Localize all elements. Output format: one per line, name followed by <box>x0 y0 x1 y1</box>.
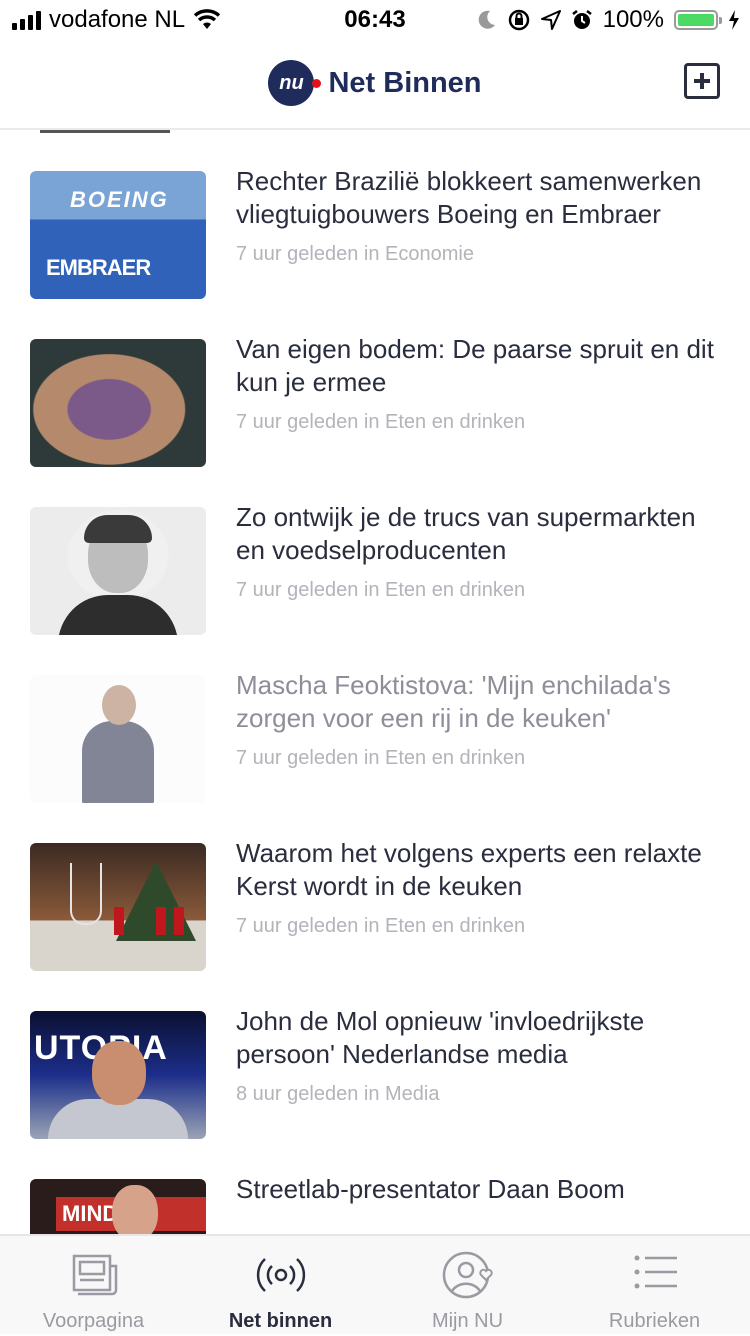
nu-logo: nu <box>268 60 322 106</box>
article-meta: 7 uur geleden in Eten en drinken <box>236 411 526 433</box>
list-icon <box>634 1255 677 1289</box>
tab-label: Voorpagina <box>42 1310 145 1332</box>
nav-title-group: nu Net Binnen <box>0 60 750 106</box>
broadcast-icon <box>256 1258 305 1292</box>
thumbnail-logo-text: BOEING <box>70 187 169 212</box>
moon-icon <box>478 10 495 29</box>
add-button[interactable] <box>684 63 720 99</box>
tab-mijn-nu[interactable]: Mijn NU <box>374 1236 561 1336</box>
user-heart-icon <box>442 1251 493 1299</box>
article-meta: 7 uur geleden in Eten en drinken <box>236 579 526 601</box>
battery-icon <box>674 10 722 30</box>
article-thumbnail: UTOPIA <box>30 1011 206 1139</box>
previous-item-edge <box>40 130 170 133</box>
article-text: Mascha Feoktistova: 'Mijn enchilada's zo… <box>236 669 726 770</box>
tab-label: Net binnen <box>228 1310 333 1332</box>
article-meta: 8 uur geleden in Media <box>236 1083 440 1105</box>
article-text: Waarom het volgens experts een relaxte K… <box>236 837 726 938</box>
nav-bar: nu Net Binnen <box>0 40 750 130</box>
thumbnail-logo-text: EMBRAER <box>46 255 151 280</box>
article-thumbnail <box>30 843 206 971</box>
tab-label: Mijn NU <box>431 1310 504 1332</box>
article-thumbnail <box>30 339 206 467</box>
article-title: Mascha Feoktistova: 'Mijn enchilada's zo… <box>236 670 671 733</box>
article-title: Streetlab-presentator Daan Boom <box>236 1174 625 1204</box>
article-list[interactable]: BOEING EMBRAER Rechter Brazilië blokkeer… <box>0 130 750 1234</box>
article-thumbnail <box>30 675 206 803</box>
article-text: John de Mol opnieuw 'invloedrijkste pers… <box>236 1005 726 1106</box>
article-meta: 7 uur geleden in Eten en drinken <box>236 747 526 769</box>
article-text: Zo ontwijk je de trucs van supermarkten … <box>236 501 726 602</box>
article-meta: 7 uur geleden in Economie <box>236 243 474 265</box>
battery-percent: 100% <box>602 6 664 33</box>
article-title: John de Mol opnieuw 'invloedrijkste pers… <box>236 1006 645 1069</box>
alarm-icon <box>571 10 592 29</box>
rotation-lock-icon <box>508 9 529 31</box>
page-title: Net Binnen <box>328 66 482 99</box>
tab-voorpagina[interactable]: Voorpagina <box>0 1236 187 1336</box>
charging-icon <box>729 10 739 30</box>
tab-net-binnen[interactable]: Net binnen <box>187 1236 374 1336</box>
article-meta: 7 uur geleden in Eten en drinken <box>236 915 526 937</box>
article-title: Waarom het volgens experts een relaxte K… <box>236 838 702 901</box>
article-text: Streetlab-presentator Daan Boom <box>236 1173 726 1206</box>
tab-rubrieken[interactable]: Rubrieken <box>561 1236 748 1336</box>
tab-label: Rubrieken <box>608 1310 701 1332</box>
status-bar: vodafone NL 06:43 100% <box>0 0 750 40</box>
article-title: Van eigen bodem: De paarse spruit en dit… <box>236 334 714 397</box>
tab-bar: Voorpagina Net binnen Mijn NU Rubrieken <box>0 1234 750 1334</box>
status-right: 100% <box>477 6 740 34</box>
article-title: Zo ontwijk je de trucs van supermarkten … <box>236 502 696 565</box>
article-text: Rechter Brazilië blokkeert samenwerken v… <box>236 165 726 266</box>
article-text: Van eigen bodem: De paarse spruit en dit… <box>236 333 726 434</box>
article-thumbnail: BOEING EMBRAER <box>30 171 206 299</box>
article-thumbnail <box>30 507 206 635</box>
location-icon <box>540 10 561 30</box>
newspaper-icon <box>72 1254 117 1296</box>
article-title: Rechter Brazilië blokkeert samenwerken v… <box>236 166 702 229</box>
article-thumbnail: MINDF <box>30 1179 206 1234</box>
